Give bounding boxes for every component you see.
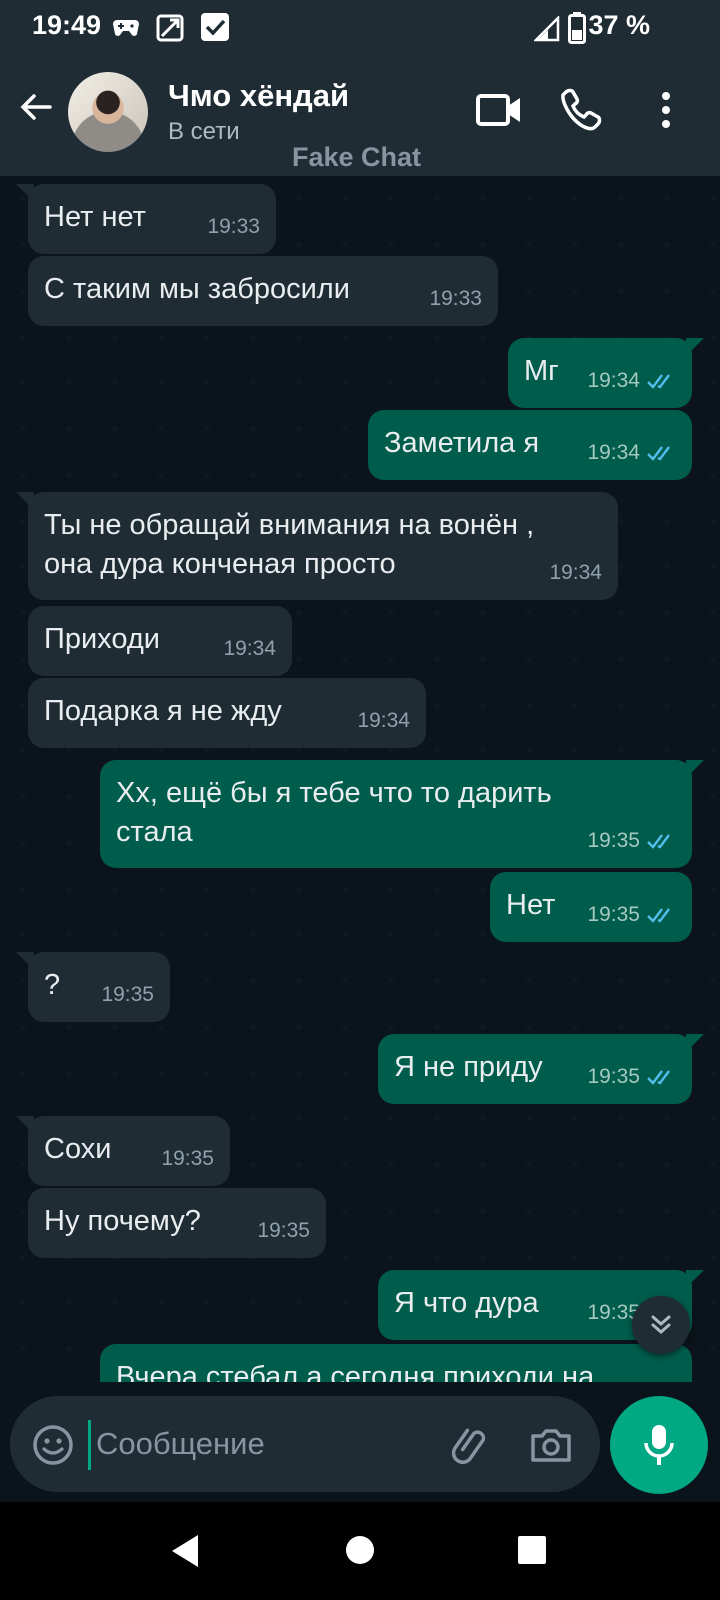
contact-status: В сети: [168, 118, 240, 145]
system-nav-bar: [0, 1502, 720, 1600]
composer-bar: [0, 1382, 720, 1502]
read-receipt-icon: [647, 907, 670, 923]
message-time: 19:35: [587, 1065, 640, 1088]
video-call-icon[interactable]: [474, 84, 526, 136]
message-time: 19:33: [429, 287, 482, 310]
nav-recents-icon[interactable]: [516, 1534, 548, 1566]
message-input-container[interactable]: [10, 1396, 600, 1492]
message-text: С таким мы забросили: [44, 273, 350, 305]
message-time: 19:33: [207, 215, 260, 238]
message-incoming[interactable]: Ты не обращай внимания на вонён , она ду…: [16, 492, 618, 600]
message-incoming[interactable]: Подарка я не жду 19:34: [28, 678, 426, 748]
chat-header: Чмо хёндай В сети Fake Chat: [0, 56, 720, 176]
chat-area[interactable]: Нет нет 19:33 С таким мы забросили 19:33…: [0, 176, 720, 1382]
message-time: 19:34: [549, 561, 602, 584]
read-receipt-icon: [647, 445, 670, 461]
nav-home-icon[interactable]: [344, 1534, 376, 1566]
read-receipt-icon: [647, 1069, 670, 1085]
checkbox-notification-icon: [201, 13, 229, 41]
message-time: 19:35: [587, 903, 640, 926]
status-time: 19:49: [32, 10, 102, 40]
message-outgoing[interactable]: Нет 19:35: [490, 872, 692, 942]
avatar[interactable]: [68, 72, 148, 152]
message-time: 19:35: [161, 1147, 214, 1170]
voice-message-button[interactable]: [610, 1396, 708, 1494]
voice-call-icon[interactable]: [556, 84, 608, 136]
watermark: Fake Chat: [292, 142, 422, 172]
back-arrow-icon[interactable]: [12, 82, 62, 132]
contact-name[interactable]: Чмо хёндай: [168, 78, 349, 114]
status-bar: 19:49 37 %: [0, 0, 720, 56]
message-time: 19:34: [223, 637, 276, 660]
message-outgoing[interactable]: Мг 19:34: [508, 338, 704, 408]
message-outgoing[interactable]: Заметила я 19:34: [368, 410, 692, 480]
message-time: 19:34: [587, 369, 640, 392]
read-receipt-icon: [647, 833, 670, 849]
microphone-icon: [644, 1425, 674, 1465]
text-cursor: [88, 1420, 91, 1470]
message-outgoing[interactable]: Хх, ещё бы я тебе что то дарить стала 19…: [100, 760, 704, 868]
scroll-to-bottom-button[interactable]: [632, 1296, 690, 1354]
emoji-icon[interactable]: [32, 1424, 74, 1466]
message-outgoing[interactable]: Я не приду 19:35: [378, 1034, 704, 1104]
battery-icon: [568, 12, 586, 44]
message-incoming[interactable]: ? 19:35: [16, 952, 170, 1022]
message-time: 19:35: [257, 1219, 310, 1242]
camera-icon[interactable]: [528, 1422, 574, 1468]
nav-back-icon[interactable]: [168, 1532, 202, 1570]
message-time: 19:34: [357, 709, 410, 732]
attach-icon[interactable]: [448, 1422, 494, 1468]
double-chevron-down-icon: [651, 1315, 671, 1334]
message-incoming[interactable]: Приходи 19:34: [28, 606, 292, 676]
message-input[interactable]: [96, 1414, 426, 1474]
more-options-icon[interactable]: [640, 84, 692, 136]
message-text: Вчера стебал а сегодня приходи на: [116, 1361, 595, 1382]
message-outgoing[interactable]: Вчера стебал а сегодня приходи на: [100, 1344, 692, 1382]
message-incoming[interactable]: Ну почему? 19:35: [28, 1188, 326, 1258]
message-incoming[interactable]: Нет нет 19:33: [16, 184, 276, 254]
signal-icon: [534, 16, 560, 42]
read-receipt-icon: [647, 373, 670, 389]
message-incoming[interactable]: Сохи 19:35: [16, 1116, 230, 1186]
battery-percent: 37 %: [588, 10, 650, 40]
message-time: 19:34: [587, 441, 640, 464]
message-time: 19:35: [587, 829, 640, 852]
nearby-share-icon: [156, 14, 184, 42]
message-incoming[interactable]: С таким мы забросили 19:33: [28, 256, 498, 326]
message-time: 19:35: [101, 983, 154, 1006]
gamepad-icon: [113, 20, 139, 36]
message-text: Подарка я не жду: [44, 695, 282, 727]
message-text: Ты не обращай внимания на вонён , она ду…: [44, 509, 535, 580]
